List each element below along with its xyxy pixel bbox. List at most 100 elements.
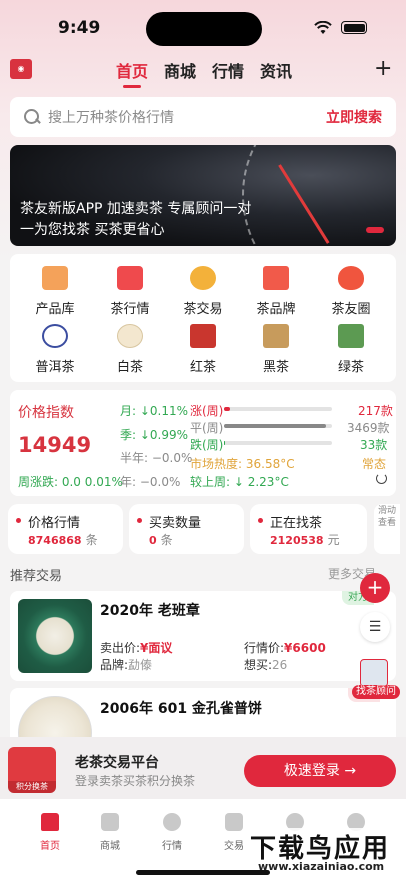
- flat-count: 3469款: [347, 421, 390, 435]
- stat-dot: [258, 518, 263, 523]
- flat-label: 平(周): [190, 421, 224, 435]
- add-icon[interactable]: +: [374, 58, 392, 80]
- stat-label: 价格行情: [28, 516, 81, 531]
- category-product-library[interactable]: 产品库: [20, 266, 90, 317]
- status-bar: 9:49: [0, 0, 406, 58]
- stat-trade-count[interactable]: 买卖数量 0条: [129, 504, 244, 554]
- promo-banner[interactable]: 茶友新版APP 加速卖茶 专属顾问一对 一为您找茶 买茶更省心: [10, 145, 396, 246]
- sell-price: 卖出价:¥面议: [100, 641, 173, 655]
- want-count: 想买:26: [244, 658, 288, 672]
- watermark-url: www.xiazainiao.com: [258, 860, 385, 873]
- swipe-hint[interactable]: 滑动查看: [374, 504, 400, 554]
- quick-login-button[interactable]: 极速登录 →: [244, 755, 396, 787]
- tea-market-icon: [117, 266, 143, 290]
- banner-text: 茶友新版APP 加速卖茶 专属顾问一对 一为您找茶 买茶更省心: [20, 199, 251, 241]
- quarter-change: 季: ↓0.99%: [120, 428, 189, 442]
- rise-bar-fill: [224, 407, 231, 411]
- category-tea-circle[interactable]: 茶友圈: [316, 266, 386, 317]
- category-tea-brand[interactable]: 茶品牌: [241, 266, 311, 317]
- market-icon: [163, 813, 181, 831]
- tea-circle-icon: [338, 266, 364, 290]
- tabbar-mall[interactable]: 商城: [90, 813, 130, 852]
- stat-dot: [16, 518, 21, 523]
- category-label: 茶友圈: [331, 302, 371, 317]
- search-bar[interactable]: 搜上万种茶价格行情 立即搜索: [10, 97, 396, 137]
- advisor-avatar[interactable]: [360, 659, 388, 687]
- tab-news[interactable]: 资讯: [260, 58, 292, 82]
- stat-price-market[interactable]: 价格行情 8746868 条: [8, 504, 123, 554]
- rise-count: 217款: [358, 404, 393, 418]
- status-time: 9:49: [58, 18, 101, 38]
- add-trade-button[interactable]: +: [360, 573, 390, 603]
- price-index-value: 14949: [18, 433, 92, 457]
- tabbar-label: 商城: [100, 841, 120, 852]
- search-input[interactable]: 搜上万种茶价格行情: [48, 107, 326, 127]
- category-label: 红茶: [189, 360, 216, 375]
- category-tea-market[interactable]: 茶行情: [95, 266, 165, 317]
- stat-dot: [137, 518, 142, 523]
- banner-line-1: 茶友新版APP 加速卖茶 专属顾问一对: [20, 201, 252, 217]
- login-banner: 积分换茶 老茶交易平台 登录卖茶买茶积分换茶 极速登录 →: [0, 737, 406, 799]
- battery-icon: [341, 21, 367, 34]
- category-label: 茶品牌: [256, 302, 296, 317]
- tabbar-label: 行情: [162, 841, 182, 852]
- market-price: 行情价:¥6600: [244, 641, 326, 655]
- market-heat: 市场热度: 36.58°C: [190, 457, 295, 471]
- category-label: 绿茶: [337, 360, 364, 375]
- stat-label: 正在找茶: [270, 516, 323, 531]
- category-label: 产品库: [35, 302, 75, 317]
- category-red-tea[interactable]: 红茶: [168, 324, 238, 375]
- brand: 品牌:勐傣: [100, 658, 153, 672]
- app-logo: ◉: [10, 59, 32, 79]
- refresh-icon[interactable]: [376, 473, 387, 484]
- stat-value: 2120538 元: [270, 533, 340, 547]
- red-tea-icon: [190, 324, 216, 348]
- top-nav: 首页 商城 行情 资讯: [116, 58, 292, 88]
- category-label: 黑茶: [262, 360, 289, 375]
- trade-name: 2020年 老班章: [100, 603, 200, 619]
- rise-label: 涨(周): [190, 404, 224, 418]
- login-title: 老茶交易平台: [75, 755, 159, 771]
- category-label: 白茶: [116, 360, 143, 375]
- category-label: 茶交易: [183, 302, 223, 317]
- tabbar-label: 首页: [40, 841, 60, 852]
- stat-value: 0条: [149, 533, 173, 547]
- rise-bar: [224, 407, 332, 411]
- stat-seeking-tea[interactable]: 正在找茶 2120538 元: [250, 504, 367, 554]
- half-year-change: 半年: −0.0%: [120, 451, 193, 465]
- tab-mall[interactable]: 商城: [164, 58, 196, 82]
- stat-value: 8746868 条: [28, 533, 98, 547]
- fall-bar-fill: [224, 441, 226, 445]
- heat-status: 常态: [362, 457, 387, 471]
- price-index-title: 价格指数: [18, 405, 74, 421]
- trade-name: 2006年 601 金孔雀普饼: [100, 701, 262, 717]
- logo-caption: 积分换茶: [8, 781, 56, 793]
- category-tea-trade[interactable]: 茶交易: [168, 266, 238, 317]
- category-label: 普洱茶: [35, 360, 75, 375]
- menu-icon[interactable]: ☰: [360, 612, 390, 642]
- category-label: 茶行情: [110, 302, 150, 317]
- dark-tea-icon: [263, 324, 289, 348]
- search-button[interactable]: 立即搜索: [326, 107, 382, 127]
- tea-brand-icon: [263, 266, 289, 290]
- dynamic-island: [146, 12, 262, 46]
- fall-bar: [224, 441, 332, 445]
- category-puer[interactable]: 普洱茶: [20, 324, 90, 375]
- wifi-icon: [314, 21, 332, 34]
- tabbar-home[interactable]: 首页: [30, 813, 70, 852]
- trade-card[interactable]: 对方 2020年 老班章 卖出价:¥面议 行情价:¥6600 品牌:勐傣 想买:…: [10, 591, 396, 681]
- category-green-tea[interactable]: 绿茶: [316, 324, 386, 375]
- tab-market[interactable]: 行情: [212, 58, 244, 82]
- category-dark-tea[interactable]: 黑茶: [241, 324, 311, 375]
- heat-vs-last-week: 较上周: ↓ 2.23°C: [190, 475, 289, 489]
- home-indicator: [136, 870, 270, 875]
- mall-icon: [101, 813, 119, 831]
- tab-home[interactable]: 首页: [116, 58, 148, 88]
- puer-tea-icon: [42, 324, 68, 348]
- tea-advisor-button[interactable]: 找茶顾问: [352, 685, 400, 699]
- price-index-panel[interactable]: 价格指数 14949 周涨跌: 0.0 0.01% 月: ↓0.11% 季: ↓…: [10, 390, 396, 496]
- tabbar-market[interactable]: 行情: [152, 813, 192, 852]
- flat-bar-fill: [224, 424, 326, 428]
- category-white-tea[interactable]: 白茶: [95, 324, 165, 375]
- green-tea-icon: [338, 324, 364, 348]
